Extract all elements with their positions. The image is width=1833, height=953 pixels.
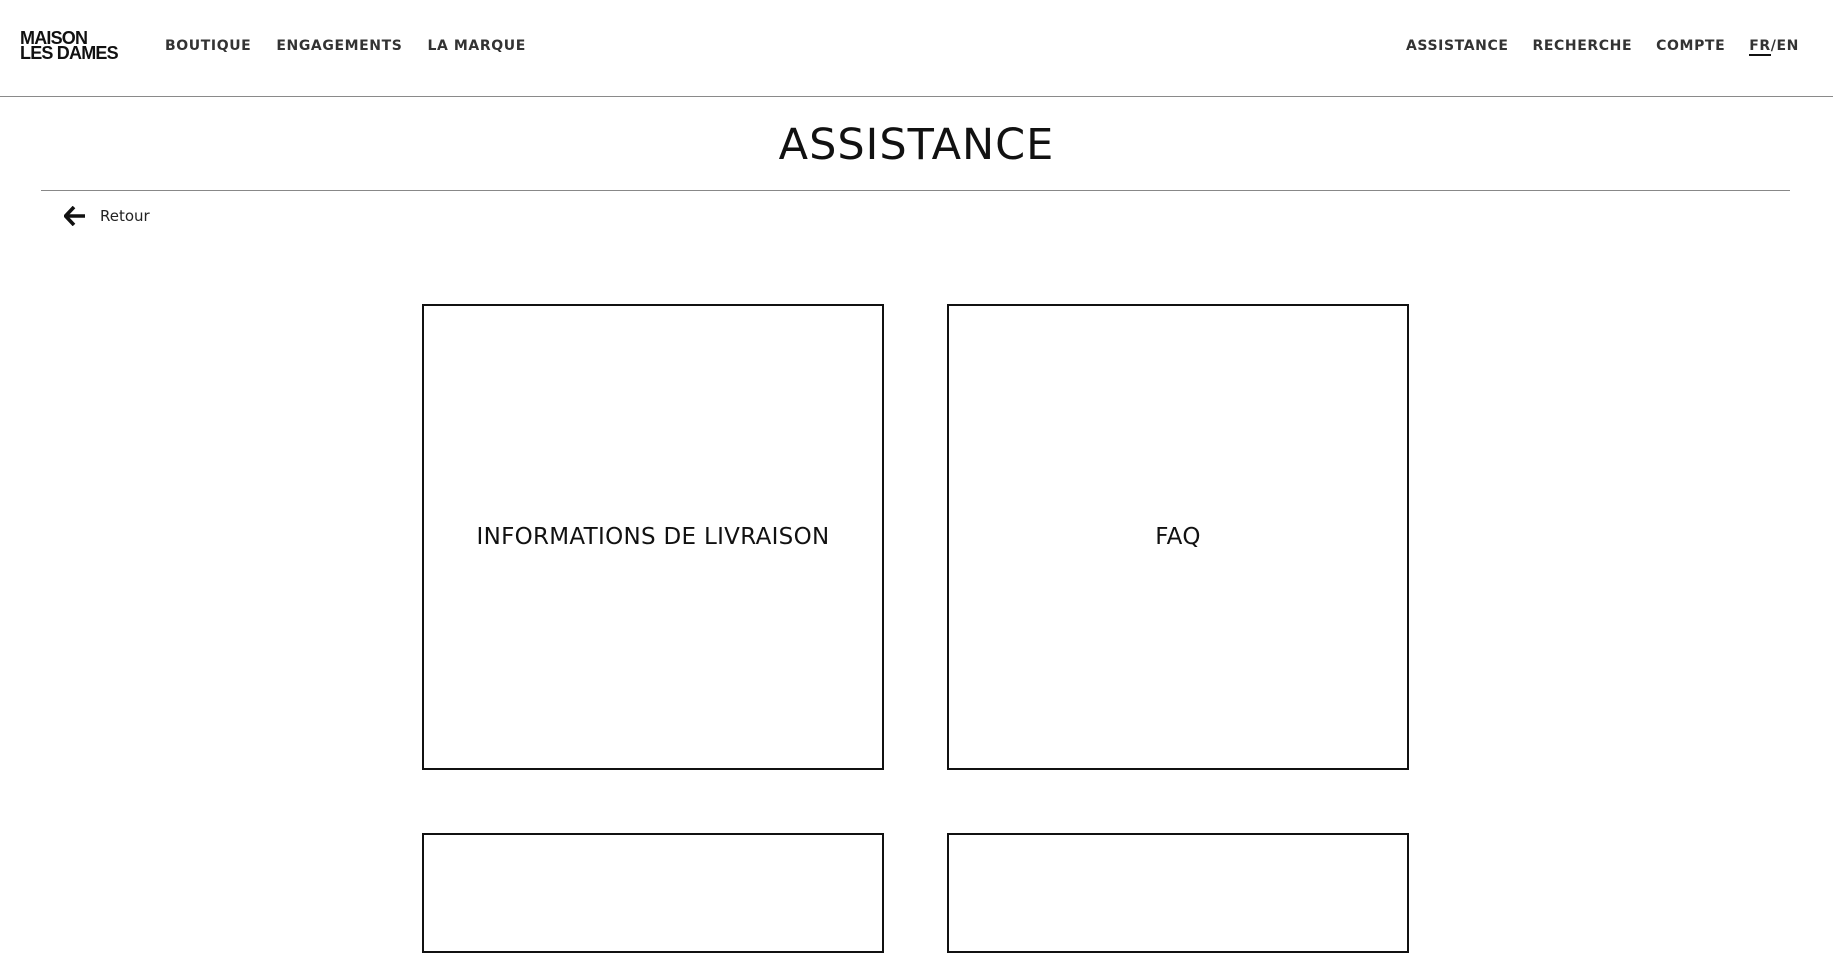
nav-boutique-link[interactable]: BOUTIQUE bbox=[165, 38, 251, 54]
language-en-link[interactable]: EN bbox=[1777, 38, 1799, 54]
nav-assistance-link[interactable]: ASSISTANCE bbox=[1406, 38, 1509, 54]
language-switcher: FR/EN bbox=[1749, 38, 1799, 56]
card-delivery-info[interactable]: INFORMATIONS DE LIVRAISON bbox=[422, 304, 884, 770]
brand-logo[interactable]: MAISON LES DAMES bbox=[20, 29, 119, 63]
card-faq[interactable]: FAQ bbox=[947, 304, 1409, 770]
utility-nav: ASSISTANCE RECHERCHE COMPTE FR/EN bbox=[1406, 38, 1799, 56]
brand-logo-line2: LES DAMES bbox=[20, 43, 119, 63]
card-label: FAQ bbox=[1155, 524, 1201, 550]
back-label: Retour bbox=[100, 207, 150, 225]
page-title: ASSISTANCE bbox=[778, 120, 1055, 170]
nav-la-marque-link[interactable]: LA MARQUE bbox=[427, 38, 525, 54]
nav-compte-link[interactable]: COMPTE bbox=[1656, 38, 1725, 54]
title-divider bbox=[41, 190, 1790, 191]
card-label: INFORMATIONS DE LIVRAISON bbox=[476, 524, 830, 550]
card-fourth[interactable] bbox=[947, 833, 1409, 953]
main-nav: BOUTIQUE ENGAGEMENTS LA MARQUE bbox=[165, 38, 526, 54]
language-fr-link[interactable]: FR bbox=[1749, 38, 1771, 56]
nav-recherche-link[interactable]: RECHERCHE bbox=[1533, 38, 1633, 54]
nav-engagements-link[interactable]: ENGAGEMENTS bbox=[276, 38, 402, 54]
site-header: MAISON LES DAMES BOUTIQUE ENGAGEMENTS LA… bbox=[0, 0, 1833, 97]
back-button[interactable]: Retour bbox=[64, 206, 150, 226]
arrow-left-icon bbox=[64, 206, 86, 226]
card-third[interactable] bbox=[422, 833, 884, 953]
